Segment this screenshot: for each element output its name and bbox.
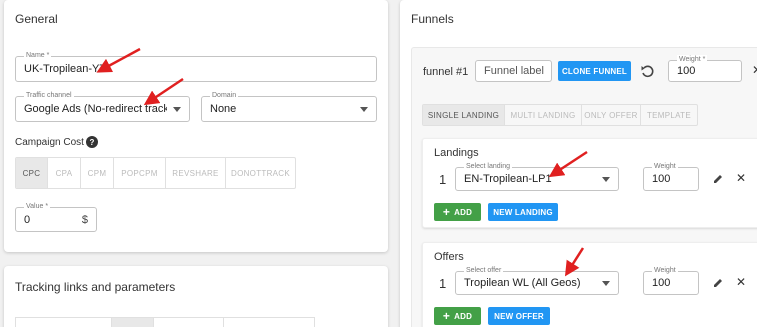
undo-icon[interactable] <box>638 62 656 80</box>
currency-suffix: $ <box>81 214 88 226</box>
campaign-cost-heading: Campaign Cost ? <box>15 136 98 148</box>
landings-section: Landings 1 Select landing EN-Tropilean-L… <box>422 138 757 228</box>
new-offer-button[interactable]: NEW OFFER <box>488 307 550 325</box>
edit-pencil-icon[interactable] <box>711 171 725 185</box>
offers-title: Offers <box>434 251 464 263</box>
general-title: General <box>15 12 58 26</box>
pencil-icon-svg <box>713 174 722 183</box>
landing-weight-field[interactable]: Weight 100 <box>643 162 699 191</box>
cost-model-revshare[interactable]: REVSHARE <box>166 158 226 188</box>
add-landing-button[interactable]: + ADD <box>434 203 481 221</box>
campaign-cost-label: Campaign Cost <box>15 136 84 148</box>
tab-single-landing[interactable]: SINGLE LANDING <box>423 105 505 125</box>
offer-weight-field[interactable]: Weight 100 <box>643 266 699 295</box>
tracking-tab[interactable] <box>224 318 314 327</box>
funnel-label-placeholder: Funnel label <box>484 65 544 77</box>
new-landing-button[interactable]: NEW LANDING <box>488 203 558 221</box>
tracking-tab[interactable] <box>154 318 224 327</box>
funnel-label-input[interactable]: Funnel label <box>475 60 552 82</box>
funnels-card: Funnels funnel #1 Funnel label CLONE FUN… <box>400 0 757 327</box>
tab-only-offer[interactable]: ONLY OFFER <box>582 105 641 125</box>
funnel-weight-value: 100 <box>677 65 696 77</box>
help-circle-icon[interactable]: ? <box>85 136 98 148</box>
chevron-down-icon <box>602 281 610 286</box>
tracking-tabs-strip <box>15 317 315 327</box>
offer-weight-value: 100 <box>652 277 671 289</box>
traffic-channel-value: Google Ads (No-redirect track... <box>24 103 167 115</box>
cost-model-selector: CPC CPA CPM POPCPM REVSHARE DONOTTRACK <box>15 157 296 189</box>
domain-value: None <box>210 103 237 115</box>
cost-value-input: 0 <box>24 213 31 226</box>
offer-index: 1 <box>439 276 447 291</box>
tab-multi-landing[interactable]: MULTI LANDING <box>505 105 582 125</box>
cost-model-cpm[interactable]: CPM <box>81 158 114 188</box>
tracking-tab[interactable] <box>112 318 154 327</box>
clone-funnel-button[interactable]: CLONE FUNNEL <box>558 61 631 81</box>
plus-icon: + <box>442 309 451 323</box>
chevron-down-icon <box>173 107 181 112</box>
cost-model-cpc[interactable]: CPC <box>16 158 48 188</box>
funnel-name: funnel #1 <box>423 66 469 78</box>
funnel-weight-field[interactable]: Weight * 100 <box>668 55 742 82</box>
tracking-card: Tracking links and parameters <box>4 266 388 327</box>
funnels-title: Funnels <box>411 12 454 26</box>
landing-weight-value: 100 <box>652 173 671 185</box>
tracking-title: Tracking links and parameters <box>15 280 176 294</box>
edit-pencil-icon[interactable] <box>711 275 725 289</box>
select-landing[interactable]: Select landing EN-Tropilean-LP1 <box>455 162 619 191</box>
offers-section: Offers 1 Select offer Tropilean WL (All … <box>422 242 757 327</box>
plus-icon: + <box>442 205 451 219</box>
cost-value-field[interactable]: Value * 0 $ <box>15 202 97 232</box>
tab-template[interactable]: TEMPLATE <box>641 105 697 125</box>
cost-model-popcpm[interactable]: POPCPM <box>114 158 166 188</box>
undo-icon-svg <box>641 65 654 78</box>
select-offer[interactable]: Select offer Tropilean WL (All Geos) <box>455 266 619 295</box>
name-field[interactable]: Name * UK-Tropilean-YT <box>15 51 377 82</box>
add-landing-label: ADD <box>454 207 473 217</box>
close-icon[interactable]: ✕ <box>750 63 757 77</box>
cost-model-cpa[interactable]: CPA <box>48 158 81 188</box>
remove-icon[interactable]: ✕ <box>734 171 748 185</box>
chevron-down-icon <box>602 177 610 182</box>
select-offer-value: Tropilean WL (All Geos) <box>464 277 581 289</box>
cost-model-donottrack[interactable]: DONOTTRACK <box>226 158 295 188</box>
funnel-type-tabs: SINGLE LANDING MULTI LANDING ONLY OFFER … <box>422 104 698 126</box>
remove-icon[interactable]: ✕ <box>734 275 748 289</box>
add-offer-label: ADD <box>454 311 473 321</box>
chevron-down-icon <box>360 107 368 112</box>
funnel-panel: funnel #1 Funnel label CLONE FUNNEL Weig… <box>411 47 757 327</box>
name-field-value: UK-Tropilean-YT <box>24 63 107 75</box>
domain-select[interactable]: Domain None <box>201 91 377 122</box>
add-offer-button[interactable]: + ADD <box>434 307 481 325</box>
pencil-icon-svg <box>713 278 722 287</box>
general-card: General Name * UK-Tropilean-YT Traffic c… <box>4 0 388 252</box>
traffic-channel-select[interactable]: Traffic channel Google Ads (No-redirect … <box>15 91 190 122</box>
select-landing-value: EN-Tropilean-LP1 <box>464 173 552 185</box>
landings-title: Landings <box>434 147 479 159</box>
tracking-tab[interactable] <box>16 318 112 327</box>
landing-index: 1 <box>439 172 447 187</box>
